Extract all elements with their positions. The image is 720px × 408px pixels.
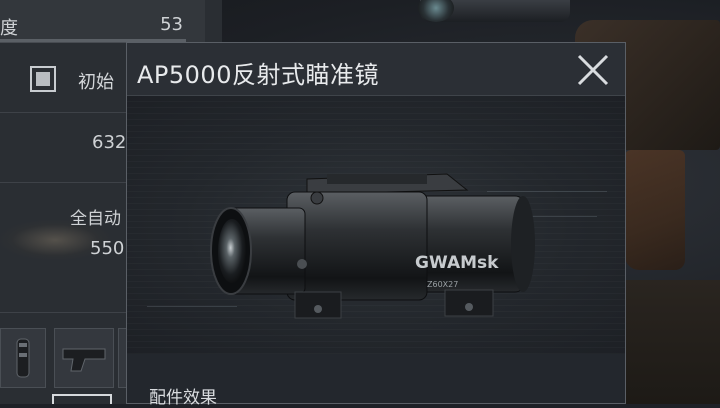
stat-value: 53 — [160, 14, 183, 35]
attachment-preview: GWAMsk Z60X27 — [127, 96, 625, 354]
stat-label: 度 — [0, 18, 18, 39]
attachment-slot[interactable] — [54, 328, 114, 388]
selected-slot[interactable] — [52, 394, 112, 404]
stat-number: 550 — [90, 238, 125, 259]
checkbox-icon[interactable] — [30, 66, 56, 92]
attachment-detail-dialog: AP5000反射式瞄准镜 GWAMsk Z60X27 配件效果 — [126, 42, 626, 408]
fire-mode-label: 全自动 — [70, 209, 121, 229]
stat-number: 632 — [92, 132, 127, 153]
attachment-slot[interactable] — [0, 328, 46, 388]
checkbox-fill — [36, 72, 50, 86]
dialog-header: AP5000反射式瞄准镜 — [127, 43, 625, 96]
muzzle-icon — [16, 338, 30, 378]
close-button[interactable] — [575, 53, 611, 87]
reflex-scope-image: GWAMsk Z60X27 — [210, 173, 535, 319]
scope-brand-text: GWAMsk — [415, 253, 499, 273]
stock-icon — [62, 348, 106, 372]
dialog-title: AP5000反射式瞄准镜 — [137, 61, 379, 89]
close-icon — [577, 54, 609, 86]
game-scene: 度 53 初始 632 全自动 550 AP5000反射式瞄准镜 GWAMsk … — [0, 0, 720, 408]
checkbox-label: 初始 — [78, 72, 114, 93]
background-rifle-grip — [625, 150, 685, 270]
attachment-effect-label: 配件效果 — [149, 388, 217, 408]
background-rifle-stock — [624, 280, 720, 404]
stat-row: 度 53 — [0, 0, 205, 43]
scope-model-text: Z60X27 — [427, 280, 458, 289]
